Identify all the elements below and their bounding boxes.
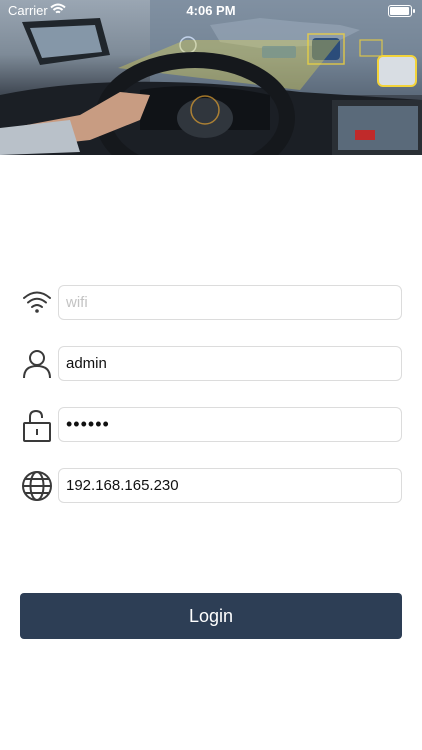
lock-icon [20, 408, 54, 442]
globe-icon [20, 469, 54, 503]
header-image [0, 0, 422, 155]
status-time: 4:06 PM [186, 3, 236, 18]
password-field[interactable] [58, 407, 402, 442]
wifi-icon [20, 286, 54, 320]
ip-row [20, 468, 402, 504]
ip-address-field[interactable] [58, 468, 402, 503]
status-bar: Carrier 4:06 PM [0, 0, 422, 22]
login-button[interactable]: Login [20, 593, 402, 639]
password-row [20, 407, 402, 443]
username-field[interactable] [58, 346, 402, 381]
wifi-field[interactable] [58, 285, 402, 320]
username-row [20, 346, 402, 382]
dashboard-illustration [0, 0, 422, 155]
user-icon [20, 347, 54, 381]
wifi-row [20, 285, 402, 321]
battery-icon [388, 5, 415, 17]
